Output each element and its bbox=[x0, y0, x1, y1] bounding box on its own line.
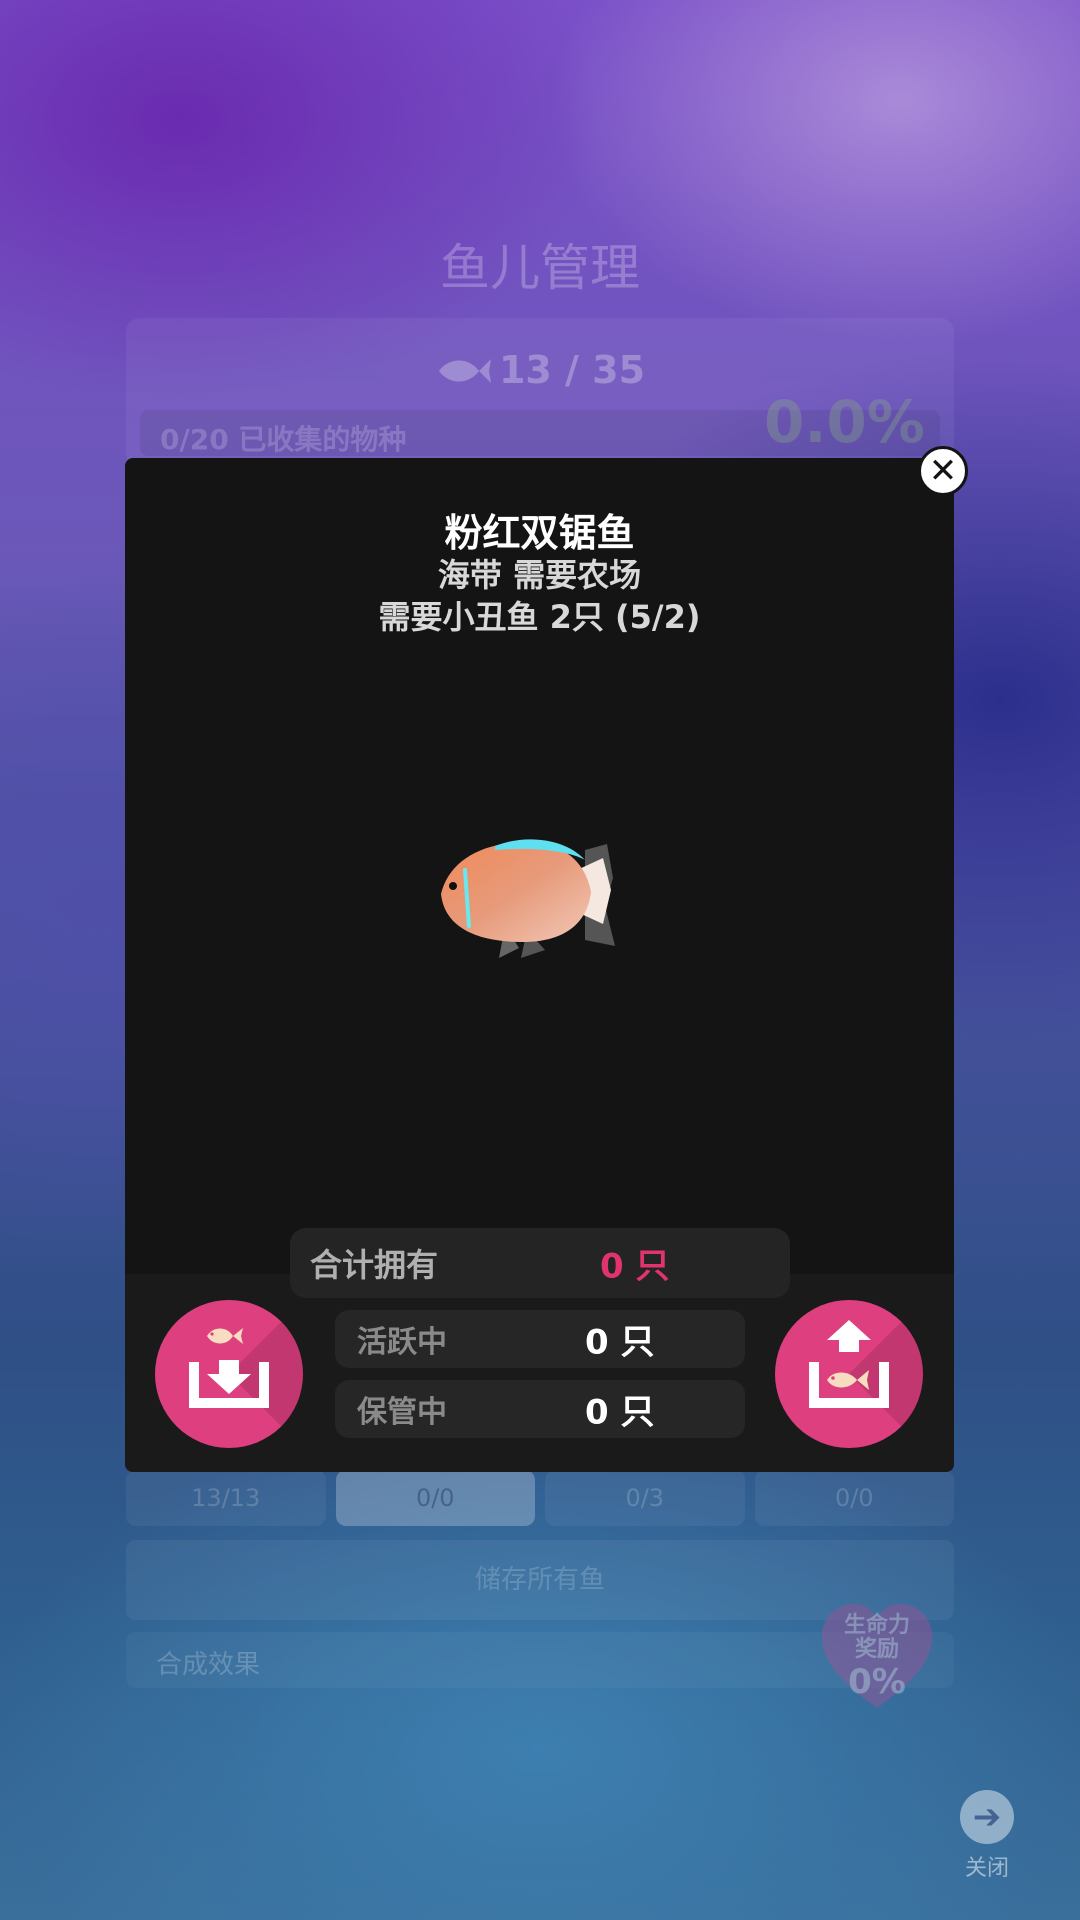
store-fish-icon bbox=[189, 1328, 269, 1408]
fish-count: 13 / 35 bbox=[126, 348, 954, 392]
stored-row: 保管中 0 只 bbox=[335, 1380, 745, 1438]
active-row: 活跃中 0 只 bbox=[335, 1310, 745, 1368]
active-label: 活跃中 bbox=[357, 1325, 447, 1360]
total-owned-label: 合计拥有 bbox=[310, 1246, 439, 1284]
vitality-line2: 奖励 bbox=[854, 1637, 899, 1662]
tab-2[interactable]: 0/0 bbox=[335, 1470, 535, 1526]
fish-name: 粉红双锯鱼 bbox=[444, 511, 635, 555]
total-owned-row: 合计拥有 0 只 bbox=[290, 1228, 790, 1298]
close-icon[interactable]: ✕ bbox=[918, 446, 968, 496]
stored-value: 0 只 bbox=[585, 1392, 655, 1433]
tab-3[interactable]: 0/3 bbox=[545, 1470, 745, 1526]
arrow-right-icon: ➔ bbox=[960, 1790, 1014, 1844]
page-title: 鱼儿管理 bbox=[440, 239, 640, 297]
fish-breeding-requirement: 需要小丑鱼 2只 (5/2) bbox=[378, 598, 701, 636]
collection-percent: 0.0% bbox=[764, 388, 925, 456]
collected-text: 0/20 已收集的物种 bbox=[160, 423, 407, 456]
fish-icon bbox=[438, 359, 491, 383]
fish-count-text: 13 / 35 bbox=[498, 348, 646, 392]
release-fish-icon bbox=[809, 1320, 889, 1408]
fish-image bbox=[441, 839, 615, 958]
category-tabs: 13/13 0/0 0/3 0/0 bbox=[126, 1470, 954, 1526]
vitality-bonus: 生命力 奖励 0% bbox=[818, 1613, 936, 1703]
vitality-line1: 生命力 bbox=[843, 1613, 910, 1638]
store-fish-button[interactable] bbox=[155, 1300, 303, 1448]
active-value: 0 只 bbox=[585, 1322, 655, 1363]
fish-habitat: 海带 需要农场 bbox=[437, 556, 642, 594]
tab-1[interactable]: 13/13 bbox=[126, 1470, 326, 1526]
total-owned-value: 0 只 bbox=[600, 1246, 670, 1287]
stored-label: 保管中 bbox=[357, 1395, 447, 1430]
fish-detail-modal: 粉红双锯鱼 海带 需要农场 需要小丑鱼 2只 (5/2) 合计拥有 0 只 活跃… bbox=[125, 458, 954, 1472]
release-fish-button[interactable] bbox=[775, 1300, 923, 1448]
vitality-value: 0% bbox=[848, 1662, 906, 1702]
fish-requirements: 海带 需要农场 需要小丑鱼 2只 (5/2) bbox=[125, 554, 954, 638]
close-nav-label: 关闭 bbox=[964, 1856, 1009, 1881]
tab-4[interactable]: 0/0 bbox=[754, 1470, 954, 1526]
close-nav-button[interactable]: ➔ 关闭 bbox=[950, 1790, 1024, 1882]
synthesis-label: 合成效果 bbox=[156, 1650, 261, 1680]
